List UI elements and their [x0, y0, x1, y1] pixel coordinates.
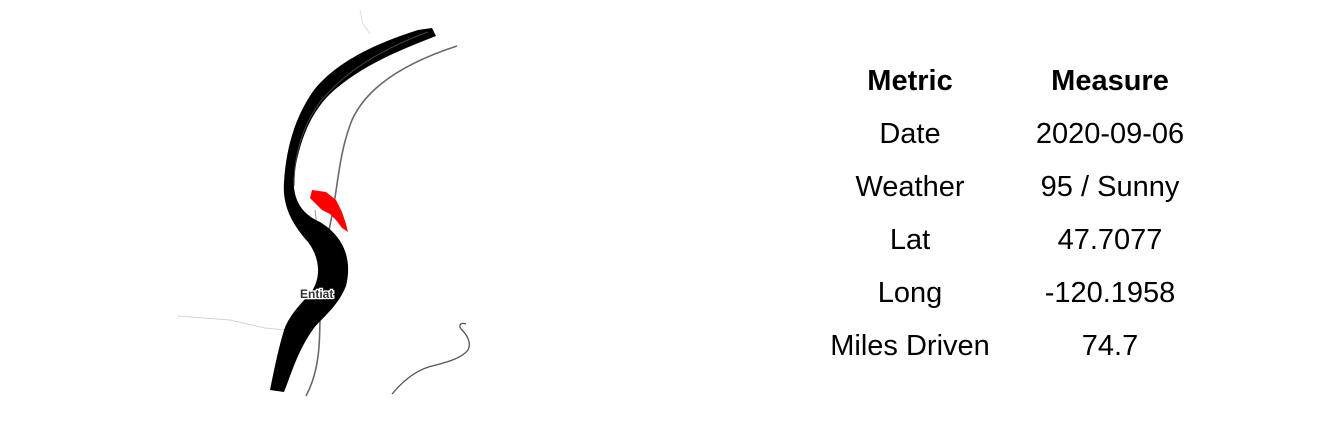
table-row: Date 2020-09-06	[810, 108, 1210, 161]
place-label-entiat: Entiat	[300, 287, 333, 301]
header-measure: Measure	[1051, 65, 1169, 97]
table-row: Long -120.1958	[810, 267, 1210, 320]
header-metric: Metric	[867, 65, 953, 97]
river-shape	[270, 28, 436, 392]
row-measure-long: -120.1958	[1044, 277, 1176, 309]
table-row: Miles Driven 74.7	[810, 320, 1210, 373]
row-measure-miles-driven: 74.7	[1081, 330, 1139, 362]
row-measure-weather: 95 / Sunny	[1040, 171, 1180, 203]
row-measure-date: 2020-09-06	[1035, 118, 1185, 150]
map-svg: Entiat	[177, 10, 470, 397]
route-map[interactable]: Entiat	[170, 10, 490, 410]
faint-road-west	[177, 315, 286, 331]
southeast-road	[391, 322, 470, 395]
table-row: Lat 47.7077	[810, 214, 1210, 267]
row-metric-long: Long	[877, 277, 943, 309]
row-metric-miles-driven: Miles Driven	[830, 330, 990, 362]
page: Entiat Metric Measure Date 2020-09-06 We…	[0, 0, 1344, 422]
table-header-row: Metric Measure	[810, 55, 1210, 108]
highway-line	[305, 45, 458, 397]
row-measure-lat: 47.7077	[1057, 224, 1163, 256]
row-metric-date: Date	[879, 118, 941, 150]
row-metric-weather: Weather	[855, 171, 965, 203]
metrics-table: Metric Measure Date 2020-09-06 Weather 9…	[810, 55, 1210, 373]
row-metric-lat: Lat	[889, 224, 931, 256]
table-row: Weather 95 / Sunny	[810, 161, 1210, 214]
faint-road-north	[359, 10, 371, 35]
